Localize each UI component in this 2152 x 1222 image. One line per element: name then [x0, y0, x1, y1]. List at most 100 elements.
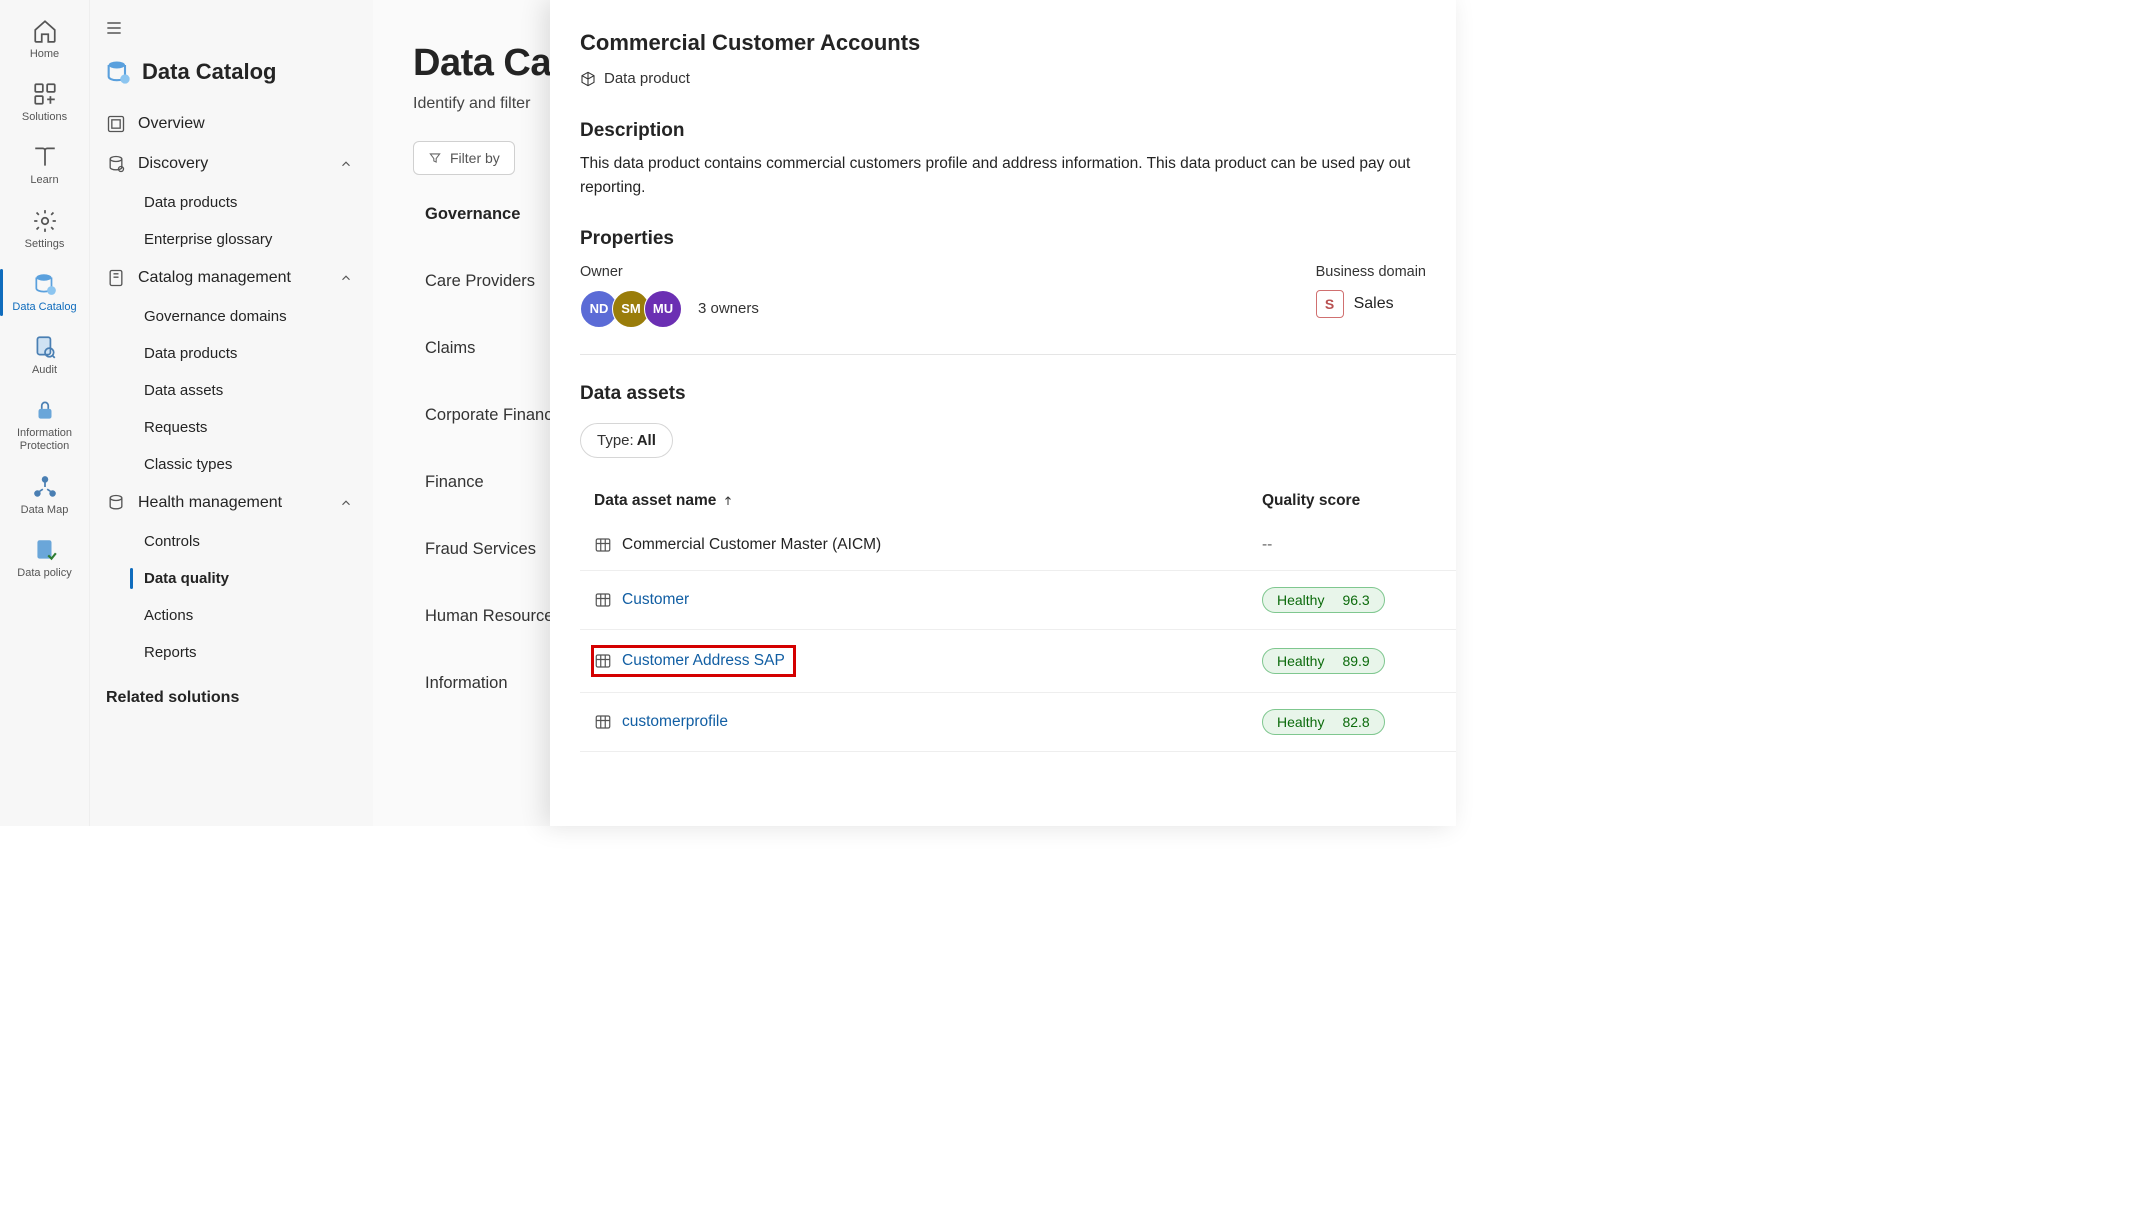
rail-info-protect[interactable]: Information Protection [0, 387, 89, 463]
catalog-mgmt-icon [106, 268, 126, 288]
table-row: customerprofile Healthy82.8 [580, 693, 1456, 752]
nav-label: Classic types [144, 456, 232, 473]
nav-cm-data-assets[interactable]: Data assets [96, 372, 363, 409]
rail-label: Settings [25, 238, 65, 251]
owner-avatars[interactable]: ND SM MU [580, 290, 682, 328]
table-icon [594, 713, 612, 731]
rail-label: Data Catalog [12, 301, 76, 314]
chevron-up-icon [339, 496, 353, 510]
business-domain-block: Business domain S Sales [1316, 264, 1426, 328]
bd-label: Business domain [1316, 264, 1426, 280]
asset-table: Data asset name Quality score Commercial… [580, 482, 1456, 752]
nav-discovery[interactable]: Discovery [96, 144, 363, 184]
nav-catalog-mgmt[interactable]: Catalog management [96, 258, 363, 298]
nav-label: Data quality [144, 570, 229, 587]
filter-icon [428, 151, 442, 165]
grid-icon [32, 81, 58, 107]
related-solutions-label: Related solutions [96, 671, 363, 713]
product-type: Data product [580, 70, 690, 87]
nav-health-mgmt[interactable]: Health management [96, 483, 363, 523]
score-value: -- [1262, 536, 1272, 554]
health-badge: Healthy89.9 [1262, 648, 1385, 674]
nav-label: Actions [144, 607, 193, 624]
rail-data-catalog[interactable]: Data Catalog [0, 261, 89, 324]
sort-asc-icon [722, 495, 734, 507]
nav-label: Data products [144, 345, 237, 362]
health-badge: Healthy82.8 [1262, 709, 1385, 735]
nav-overview[interactable]: Overview [96, 104, 363, 144]
properties-heading: Properties [580, 228, 1456, 250]
discovery-icon [106, 154, 126, 174]
rail-audit[interactable]: Audit [0, 324, 89, 387]
nav-discovery-data-products[interactable]: Data products [96, 184, 363, 221]
health-badge: Healthy96.3 [1262, 587, 1385, 613]
nav-cm-requests[interactable]: Requests [96, 409, 363, 446]
asset-name-link[interactable]: Customer [594, 591, 1262, 609]
nav-health-controls[interactable]: Controls [96, 523, 363, 560]
left-rail: Home Solutions Learn Settings Data Catal… [0, 0, 90, 826]
filter-by-button[interactable]: Filter by [413, 141, 515, 175]
rail-label: Audit [32, 364, 57, 377]
type-filter-label: Type: [597, 432, 634, 449]
type-filter-value: All [637, 432, 656, 449]
nav-label: Data products [144, 194, 237, 211]
details-panel: Commercial Customer Accounts Data produc… [550, 0, 1456, 826]
bd-chip: S [1316, 290, 1344, 318]
nav-label: Reports [144, 644, 197, 661]
table-icon [594, 652, 612, 670]
asset-name-link[interactable]: customerprofile [594, 713, 1262, 731]
type-filter-pill[interactable]: Type: All [580, 423, 673, 458]
rail-data-map[interactable]: Data Map [0, 464, 89, 527]
chevron-up-icon [339, 157, 353, 171]
asset-name[interactable]: Commercial Customer Master (AICM) [594, 536, 1262, 554]
product-type-label: Data product [604, 70, 690, 87]
rail-label: Solutions [22, 111, 67, 124]
lock-icon [32, 397, 58, 423]
details-title: Commercial Customer Accounts [580, 30, 1456, 56]
gear-icon [32, 208, 58, 234]
catalog-icon [104, 58, 132, 86]
rail-settings[interactable]: Settings [0, 198, 89, 261]
nav-gov-domains[interactable]: Governance domains [96, 298, 363, 335]
rail-solutions[interactable]: Solutions [0, 71, 89, 134]
description-heading: Description [580, 120, 1456, 142]
table-row: Customer Address SAP Healthy89.9 [580, 630, 1456, 693]
nav-label: Catalog management [138, 269, 291, 287]
nav-health-data-quality[interactable]: Data quality [96, 560, 363, 597]
table-row: Commercial Customer Master (AICM) -- [580, 520, 1456, 571]
health-icon [106, 493, 126, 513]
nav-label: Discovery [138, 155, 208, 173]
owner-block: Owner ND SM MU 3 owners [580, 264, 759, 328]
chevron-up-icon [339, 271, 353, 285]
rail-label: Information Protection [4, 427, 85, 453]
nav-health-actions[interactable]: Actions [96, 597, 363, 634]
policy-icon [32, 537, 58, 563]
assets-heading: Data assets [580, 383, 1456, 405]
avatar: MU [644, 290, 682, 328]
nav-cm-data-products[interactable]: Data products [96, 335, 363, 372]
nav-label: Controls [144, 533, 200, 550]
nav-label: Health management [138, 494, 282, 512]
rail-data-policy[interactable]: Data policy [0, 527, 89, 590]
audit-icon [32, 334, 58, 360]
rail-home[interactable]: Home [0, 8, 89, 71]
bd-value: Sales [1354, 295, 1394, 313]
nav-label: Governance domains [144, 308, 287, 325]
col-score-header[interactable]: Quality score [1262, 492, 1442, 510]
nav-cm-classic-types[interactable]: Classic types [96, 446, 363, 483]
rail-learn[interactable]: Learn [0, 134, 89, 197]
nav-label: Data assets [144, 382, 223, 399]
nav-discovery-enterprise-glossary[interactable]: Enterprise glossary [96, 221, 363, 258]
description-text: This data product contains commercial cu… [580, 152, 1456, 200]
owner-label: Owner [580, 264, 759, 280]
nav-label: Enterprise glossary [144, 231, 272, 248]
overview-icon [106, 114, 126, 134]
table-icon [594, 591, 612, 609]
nav-health-reports[interactable]: Reports [96, 634, 363, 671]
col-name-header[interactable]: Data asset name [594, 492, 1262, 510]
rail-label: Data policy [17, 567, 71, 580]
rail-label: Home [30, 48, 59, 61]
asset-name-link-highlighted[interactable]: Customer Address SAP [592, 646, 795, 676]
network-icon [32, 474, 58, 500]
hamburger-button[interactable] [96, 14, 363, 52]
